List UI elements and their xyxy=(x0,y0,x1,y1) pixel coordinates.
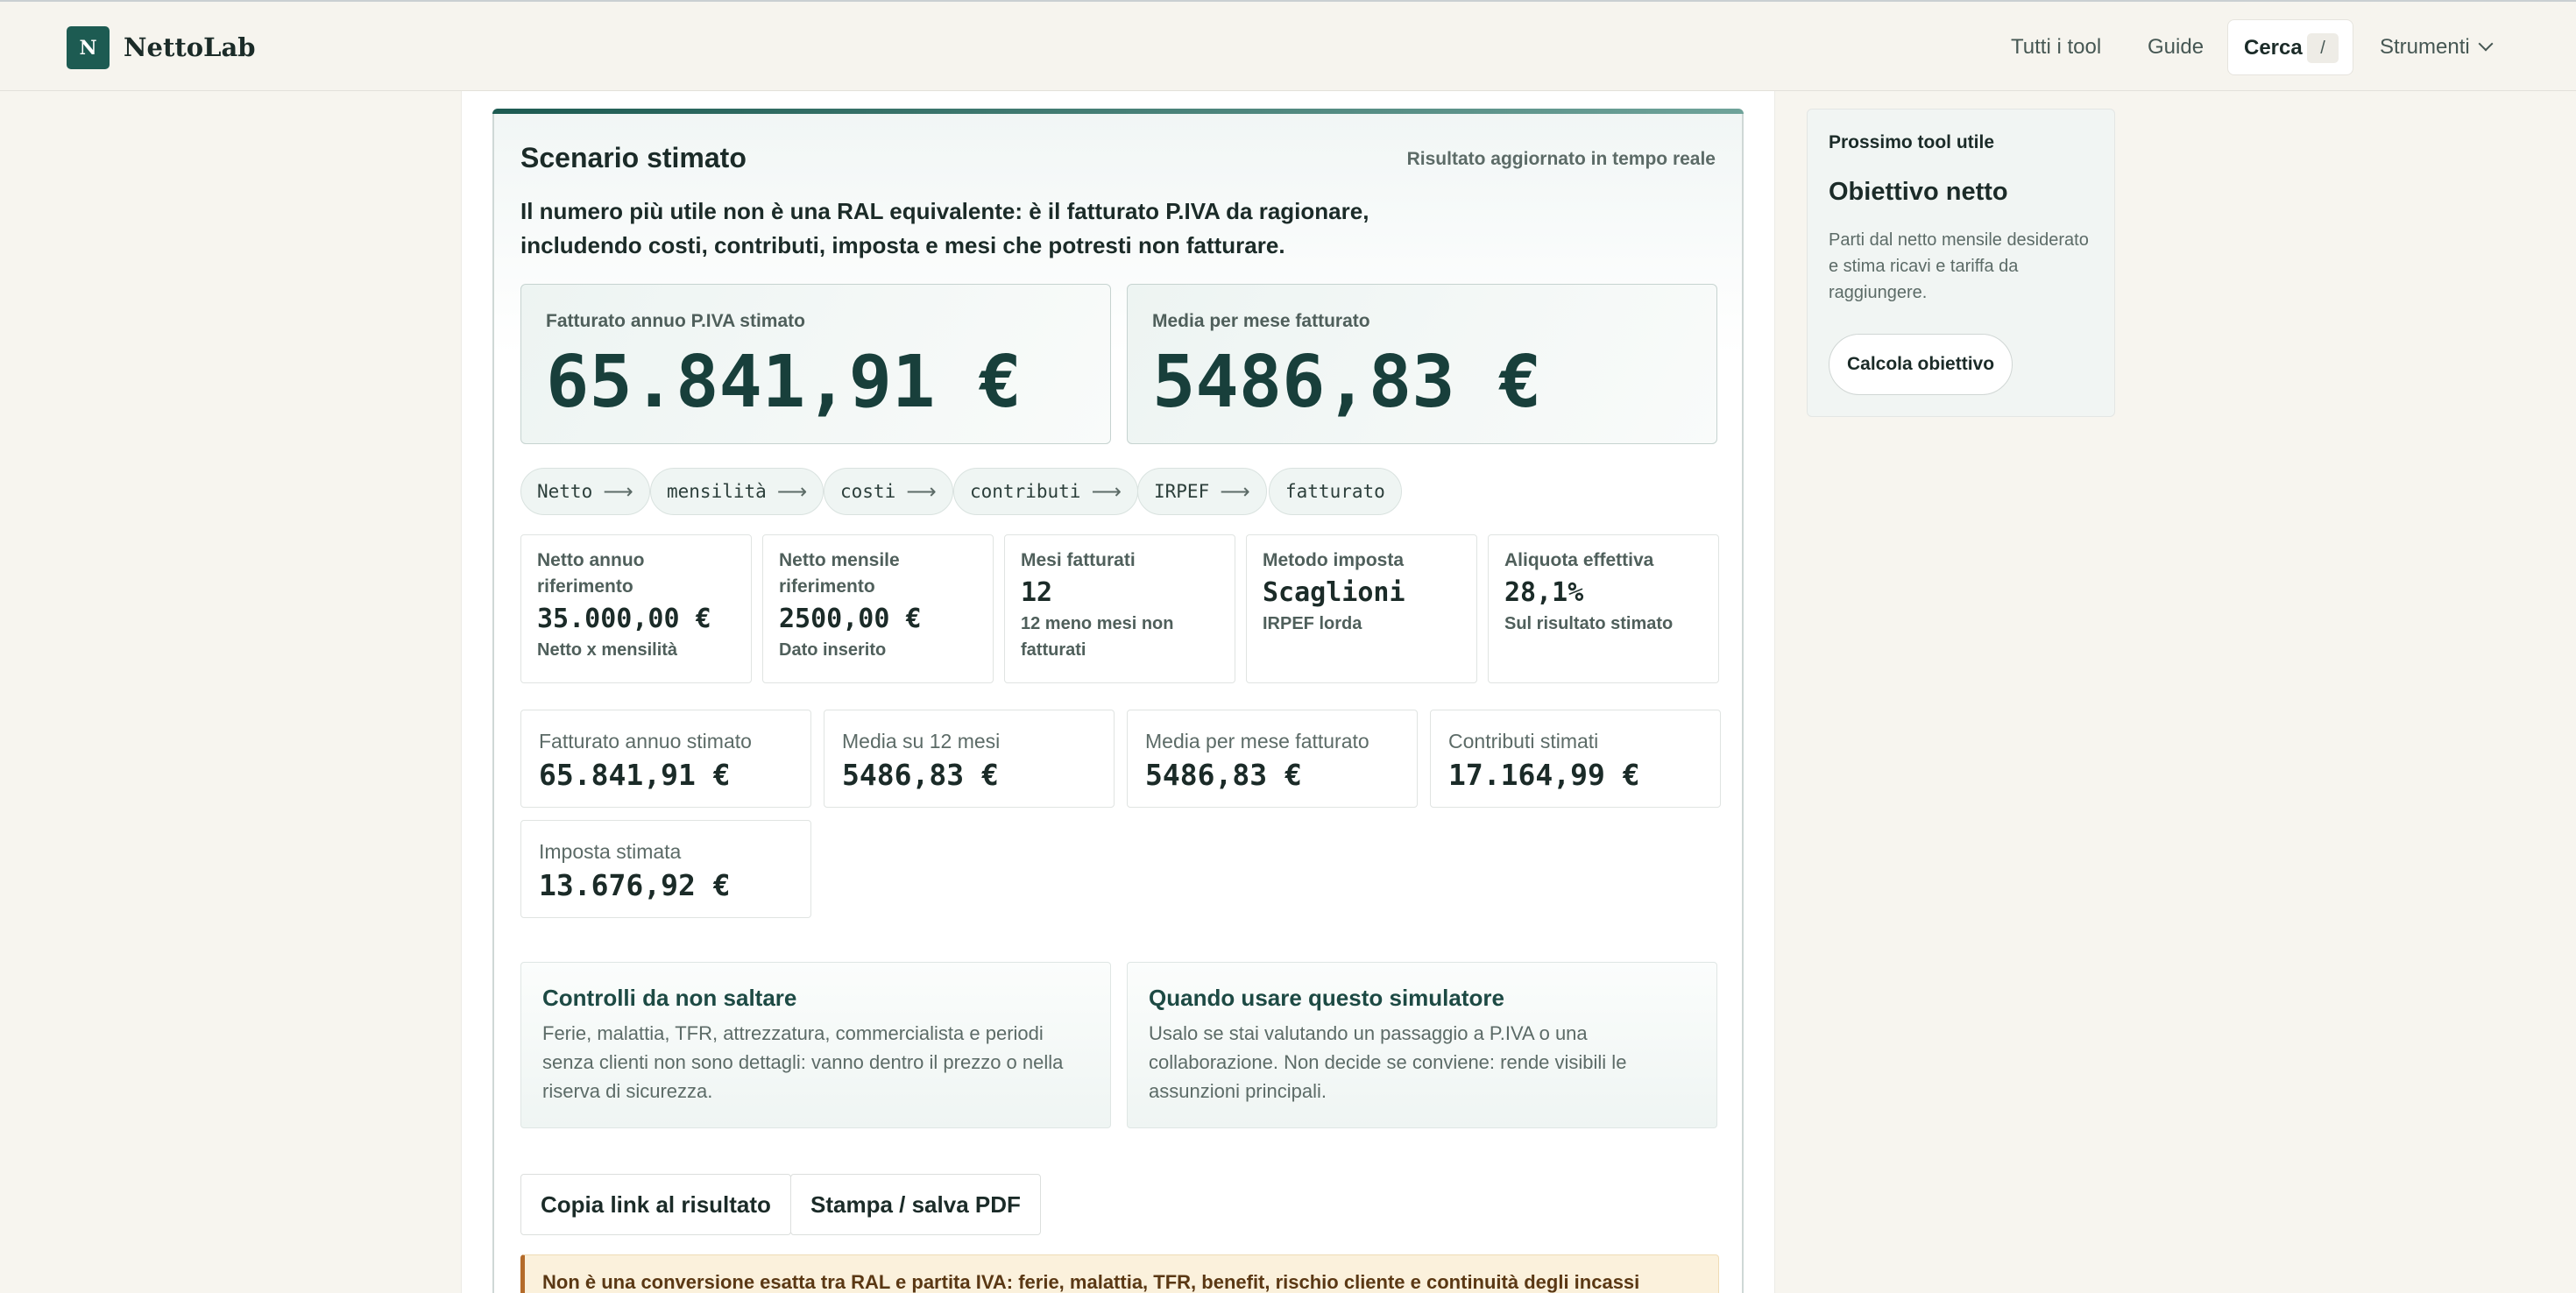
copy-link-button[interactable]: Copia link al risultato xyxy=(520,1174,791,1235)
print-pdf-button[interactable]: Stampa / salva PDF xyxy=(790,1174,1041,1235)
info-text: Ferie, malattia, TFR, attrezzatura, comm… xyxy=(542,1022,1064,1102)
logo-icon[interactable]: N xyxy=(67,26,110,69)
info-controlli: Controlli da non saltare Ferie, malattia… xyxy=(520,962,1111,1128)
flow-chip-mensilita: mensilità ⟶ xyxy=(650,468,824,515)
next-tool-kicker: Prossimo tool utile xyxy=(1829,132,1995,152)
metric-note: 12 meno mesi non fatturati xyxy=(1021,614,1174,660)
metric-note: Dato inserito xyxy=(779,640,887,660)
flow-chip-label: contributi xyxy=(970,481,1081,502)
metric-label: Netto mensile riferimento xyxy=(779,550,900,597)
card-accent-bar xyxy=(492,109,1744,114)
metric-value: 12 xyxy=(1021,577,1053,608)
metric-netto-mensile: Netto mensile riferimento 2500,00 € Dato… xyxy=(762,534,994,683)
brand-name[interactable]: NettoLab xyxy=(124,28,256,67)
metric-aliquota-effettiva: Aliquota effettiva 28,1% Sul risultato s… xyxy=(1488,534,1719,683)
calcola-obiettivo-button[interactable]: Calcola obiettivo xyxy=(1829,334,2013,395)
arrow-right-icon: ⟶ xyxy=(1091,479,1122,504)
metric-label: Metodo imposta xyxy=(1263,550,1404,570)
metric-value: 35.000,00 € xyxy=(537,604,711,634)
arrow-right-icon: ⟶ xyxy=(603,479,633,504)
scenario-title: Scenario stimato xyxy=(520,142,747,173)
metric-note: IRPEF lorda xyxy=(1263,614,1362,633)
nav-link-tutti-i-tool[interactable]: Tutti i tool xyxy=(2011,28,2101,67)
metric-value: 2500,00 € xyxy=(779,604,922,634)
info-title: Quando usare questo simulatore xyxy=(1149,985,1504,1011)
logo-letter: N xyxy=(79,36,97,60)
flow-chip-irpef: IRPEF ⟶ xyxy=(1137,468,1267,515)
arrow-right-icon: ⟶ xyxy=(776,479,808,504)
live-update-status: Risultato aggiornato in tempo reale xyxy=(1406,149,1716,169)
flow-chip-label: costi xyxy=(840,481,896,502)
tools-menu-button[interactable]: Strumenti xyxy=(2380,28,2494,67)
info-text: Usalo se stai valutando un passaggio a P… xyxy=(1149,1022,1627,1102)
disclaimer-banner: Non è una conversione esatta tra RAL e p… xyxy=(520,1254,1719,1293)
info-title: Controlli da non saltare xyxy=(542,985,797,1011)
next-tool-title: Obiettivo netto xyxy=(1829,178,2008,206)
summary-fatturato-annuo: Fatturato annuo stimato 65.841,91 € xyxy=(520,710,811,808)
metric-label: Mesi fatturati xyxy=(1021,550,1136,570)
hero-label: Fatturato annuo P.IVA stimato xyxy=(546,311,805,331)
summary-value: 17.164,99 € xyxy=(1448,758,1640,792)
nav-link-guide[interactable]: Guide xyxy=(2148,28,2204,67)
search-shortcut-key: / xyxy=(2307,33,2339,63)
summary-contributi: Contributi stimati 17.164,99 € xyxy=(1430,710,1721,808)
summary-label: Imposta stimata xyxy=(539,840,682,863)
scenario-card: Scenario stimato Risultato aggiornato in… xyxy=(492,109,1744,1293)
summary-label: Fatturato annuo stimato xyxy=(539,730,752,752)
metric-note: Sul risultato stimato xyxy=(1504,614,1674,633)
flow-chip-fatturato: fatturato xyxy=(1269,468,1402,515)
flow-chip-contributi: contributi ⟶ xyxy=(953,468,1138,515)
flow-chip-label: fatturato xyxy=(1285,481,1385,502)
info-quando-usare: Quando usare questo simulatore Usalo se … xyxy=(1127,962,1717,1128)
next-tool-card: Prossimo tool utile Obiettivo netto Part… xyxy=(1807,109,2115,417)
hero-label: Media per mese fatturato xyxy=(1152,311,1370,331)
hero-monthly-average: Media per mese fatturato 5486,83 € xyxy=(1127,284,1717,444)
chevron-down-icon xyxy=(2478,36,2494,52)
summary-label: Contributi stimati xyxy=(1448,730,1599,752)
metric-note: Netto x mensilità xyxy=(537,640,678,660)
hero-value: 5486,83 € xyxy=(1152,341,1542,424)
disclaimer-text: Non è una conversione esatta tra RAL e p… xyxy=(542,1271,1640,1293)
metric-value: Scaglioni xyxy=(1263,577,1405,608)
flow-chip-costi: costi ⟶ xyxy=(824,468,953,515)
metric-metodo-imposta: Metodo imposta Scaglioni IRPEF lorda xyxy=(1246,534,1477,683)
flow-chip-label: IRPEF xyxy=(1154,481,1210,502)
flow-chip-label: Netto xyxy=(537,481,593,502)
search-label: Cerca xyxy=(2244,36,2303,60)
summary-media-mese-fatturato: Media per mese fatturato 5486,83 € xyxy=(1127,710,1418,808)
summary-value: 5486,83 € xyxy=(842,758,999,792)
metric-value: 28,1% xyxy=(1504,577,1584,608)
summary-media-12-mesi: Media su 12 mesi 5486,83 € xyxy=(824,710,1115,808)
flow-chip-label: mensilità xyxy=(667,481,767,502)
metric-netto-annuo: Netto annuo riferimento 35.000,00 € Nett… xyxy=(520,534,752,683)
flow-chip-netto: Netto ⟶ xyxy=(520,468,650,515)
hero-value: 65.841,91 € xyxy=(546,341,1023,424)
metric-label: Netto annuo riferimento xyxy=(537,550,645,597)
arrow-right-icon: ⟶ xyxy=(1220,479,1250,504)
summary-imposta: Imposta stimata 13.676,92 € xyxy=(520,820,811,918)
metric-mesi-fatturati: Mesi fatturati 12 12 meno mesi non fattu… xyxy=(1004,534,1235,683)
summary-label: Media per mese fatturato xyxy=(1145,730,1369,752)
metric-label: Aliquota effettiva xyxy=(1504,550,1654,570)
tools-menu-label: Strumenti xyxy=(2380,35,2470,59)
search-button[interactable]: Cerca / xyxy=(2227,19,2353,75)
summary-value: 13.676,92 € xyxy=(539,868,731,902)
summary-value: 65.841,91 € xyxy=(539,758,731,792)
summary-value: 5486,83 € xyxy=(1145,758,1302,792)
next-tool-description: Parti dal netto mensile desiderato e sti… xyxy=(1829,230,2089,302)
top-navigation-bar: N NettoLab Tutti i tool Guide Cerca / St… xyxy=(0,0,2576,91)
hero-annual-revenue: Fatturato annuo P.IVA stimato 65.841,91 … xyxy=(520,284,1111,444)
scenario-lead-text: Il numero più utile non è una RAL equiva… xyxy=(520,198,1369,258)
arrow-right-icon: ⟶ xyxy=(906,479,937,504)
summary-label: Media su 12 mesi xyxy=(842,730,1001,752)
